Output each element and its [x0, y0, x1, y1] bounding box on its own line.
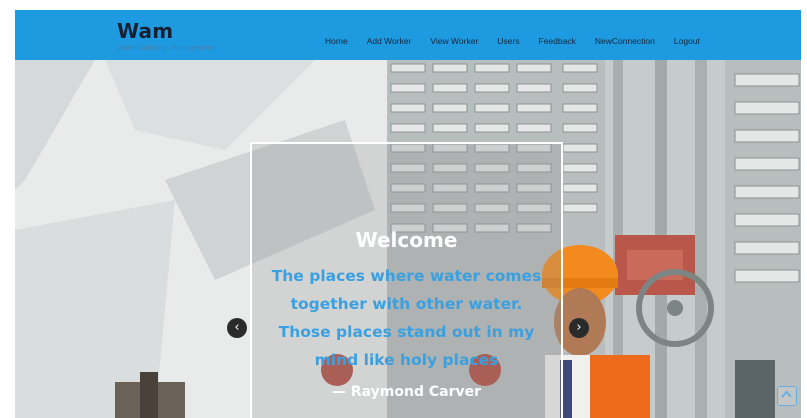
chevron-right-icon: ›: [576, 320, 582, 335]
nav-users[interactable]: Users: [497, 36, 519, 46]
nav-logout[interactable]: Logout: [674, 36, 700, 46]
nav-add-worker[interactable]: Add Worker: [367, 36, 412, 46]
nav-home[interactable]: Home: [325, 36, 348, 46]
chevron-left-icon: ‹: [234, 320, 240, 335]
hero-carousel: Welcome The places where water comes tog…: [15, 60, 801, 418]
brand[interactable]: Wam Water Authority Management: [117, 20, 214, 52]
nav-view-worker[interactable]: View Worker: [430, 36, 478, 46]
navbar: Wam Water Authority Management Home Add …: [15, 10, 801, 60]
page-frame: Wam Water Authority Management Home Add …: [15, 10, 801, 418]
hero-title: Welcome: [355, 228, 458, 252]
nav-feedback[interactable]: Feedback: [539, 36, 576, 46]
main-nav: Home Add Worker View Worker Users Feedba…: [325, 36, 719, 46]
quote-line: together with other water.: [290, 295, 523, 313]
carousel-next-button[interactable]: ›: [569, 318, 589, 338]
scroll-to-top-button[interactable]: [777, 386, 797, 406]
carousel-prev-button[interactable]: ‹: [227, 318, 247, 338]
brand-name: Wam: [117, 19, 174, 43]
quote-author: — Raymond Carver: [331, 384, 482, 400]
quote-line: Those places stand out in my: [278, 323, 535, 341]
brand-subtitle: Water Authority Management: [117, 43, 214, 52]
nav-new-connection[interactable]: NewConnection: [595, 36, 655, 46]
quote-line: The places where water comes: [271, 267, 542, 285]
quote-line: mind like holy places: [314, 351, 499, 369]
hero-quote: The places where water comes together wi…: [260, 262, 553, 374]
hero-caption: Welcome The places where water comes tog…: [250, 142, 563, 418]
arrow-up-icon: [781, 390, 792, 398]
